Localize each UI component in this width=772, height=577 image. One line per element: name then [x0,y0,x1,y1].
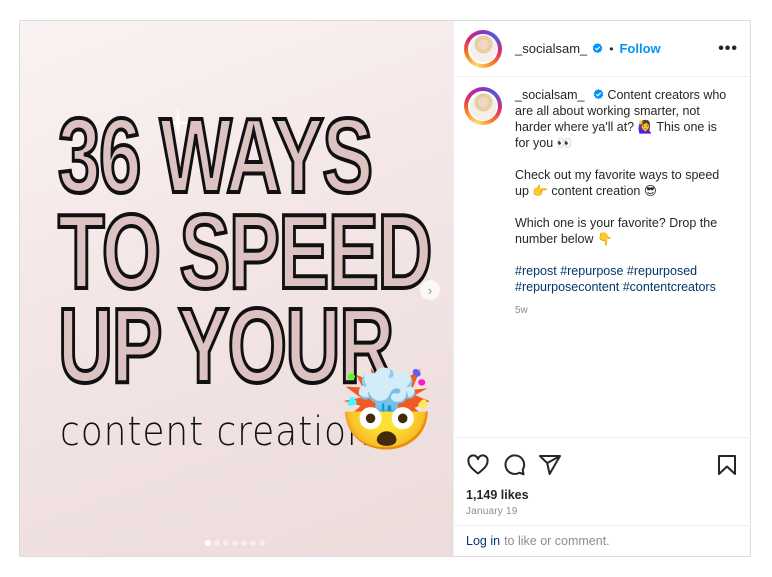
post-header: _socialsam_ • Follow ••• [454,21,750,77]
post-details-panel: _socialsam_ • Follow ••• _socialsam_ Con… [453,21,751,556]
caption-username-link[interactable]: _socialsam_ [515,88,584,102]
carousel-dot [232,540,238,546]
carousel-indicator [205,540,265,546]
poster-subtitle: content creation [60,409,371,455]
username-link[interactable]: _socialsam_ [515,41,587,56]
caption-paragraph-3: Which one is your favorite? Drop the num… [515,216,718,246]
caption: _socialsam_ Content creators who are all… [464,87,744,319]
carousel-dot [241,540,247,546]
caption-age: 5w [515,305,528,316]
post-date[interactable]: January 19 [454,502,751,517]
carousel-dot [259,540,265,546]
login-prompt-text: to like or comment. [504,534,610,548]
hashtag-link[interactable]: #repost [515,264,557,278]
bookmark-icon[interactable] [715,453,739,477]
caption-body: _socialsam_ Content creators who are all… [515,87,730,319]
caption-avatar[interactable] [464,87,502,125]
carousel-dot [214,540,220,546]
carousel-dot [223,540,229,546]
post-card: 36 WAYS TO SPEED UP YOUR content creatio… [19,20,751,557]
share-icon[interactable] [538,453,562,477]
login-link[interactable]: Log in [466,534,500,548]
hashtag-link[interactable]: #repurpose [560,264,623,278]
follow-button[interactable]: Follow [619,41,660,56]
verified-badge-icon [593,89,604,100]
carousel-next-button[interactable]: › [420,280,440,300]
carousel-dot-active [205,540,211,546]
likes-count[interactable]: 1,149 likes [454,488,751,502]
hashtag-link[interactable]: #repurposed [627,264,697,278]
login-prompt: Log in to like or comment. [454,525,751,556]
exploding-head-emoji: 🤯 [338,366,436,454]
separator-dot: • [609,41,614,56]
carousel-dot [250,540,256,546]
avatar-photo [469,92,497,120]
heart-icon[interactable] [466,453,490,477]
hashtag-link[interactable]: #contentcreators [623,280,716,294]
verified-badge-icon [592,43,603,54]
avatar[interactable] [464,29,502,68]
post-media[interactable]: 36 WAYS TO SPEED UP YOUR content creatio… [20,21,453,556]
action-bar: 1,149 likes January 19 [454,437,751,517]
hashtags: #repost #repurpose #repurposed #repurpos… [515,263,730,295]
avatar-photo [469,35,497,62]
caption-paragraph-2: Check out my favorite ways to speed up 👉… [515,168,720,198]
comment-icon[interactable] [502,453,526,477]
more-options-icon[interactable]: ••• [718,40,738,58]
hashtag-link[interactable]: #repurposecontent [515,280,619,294]
chevron-right-icon: › [427,282,433,298]
